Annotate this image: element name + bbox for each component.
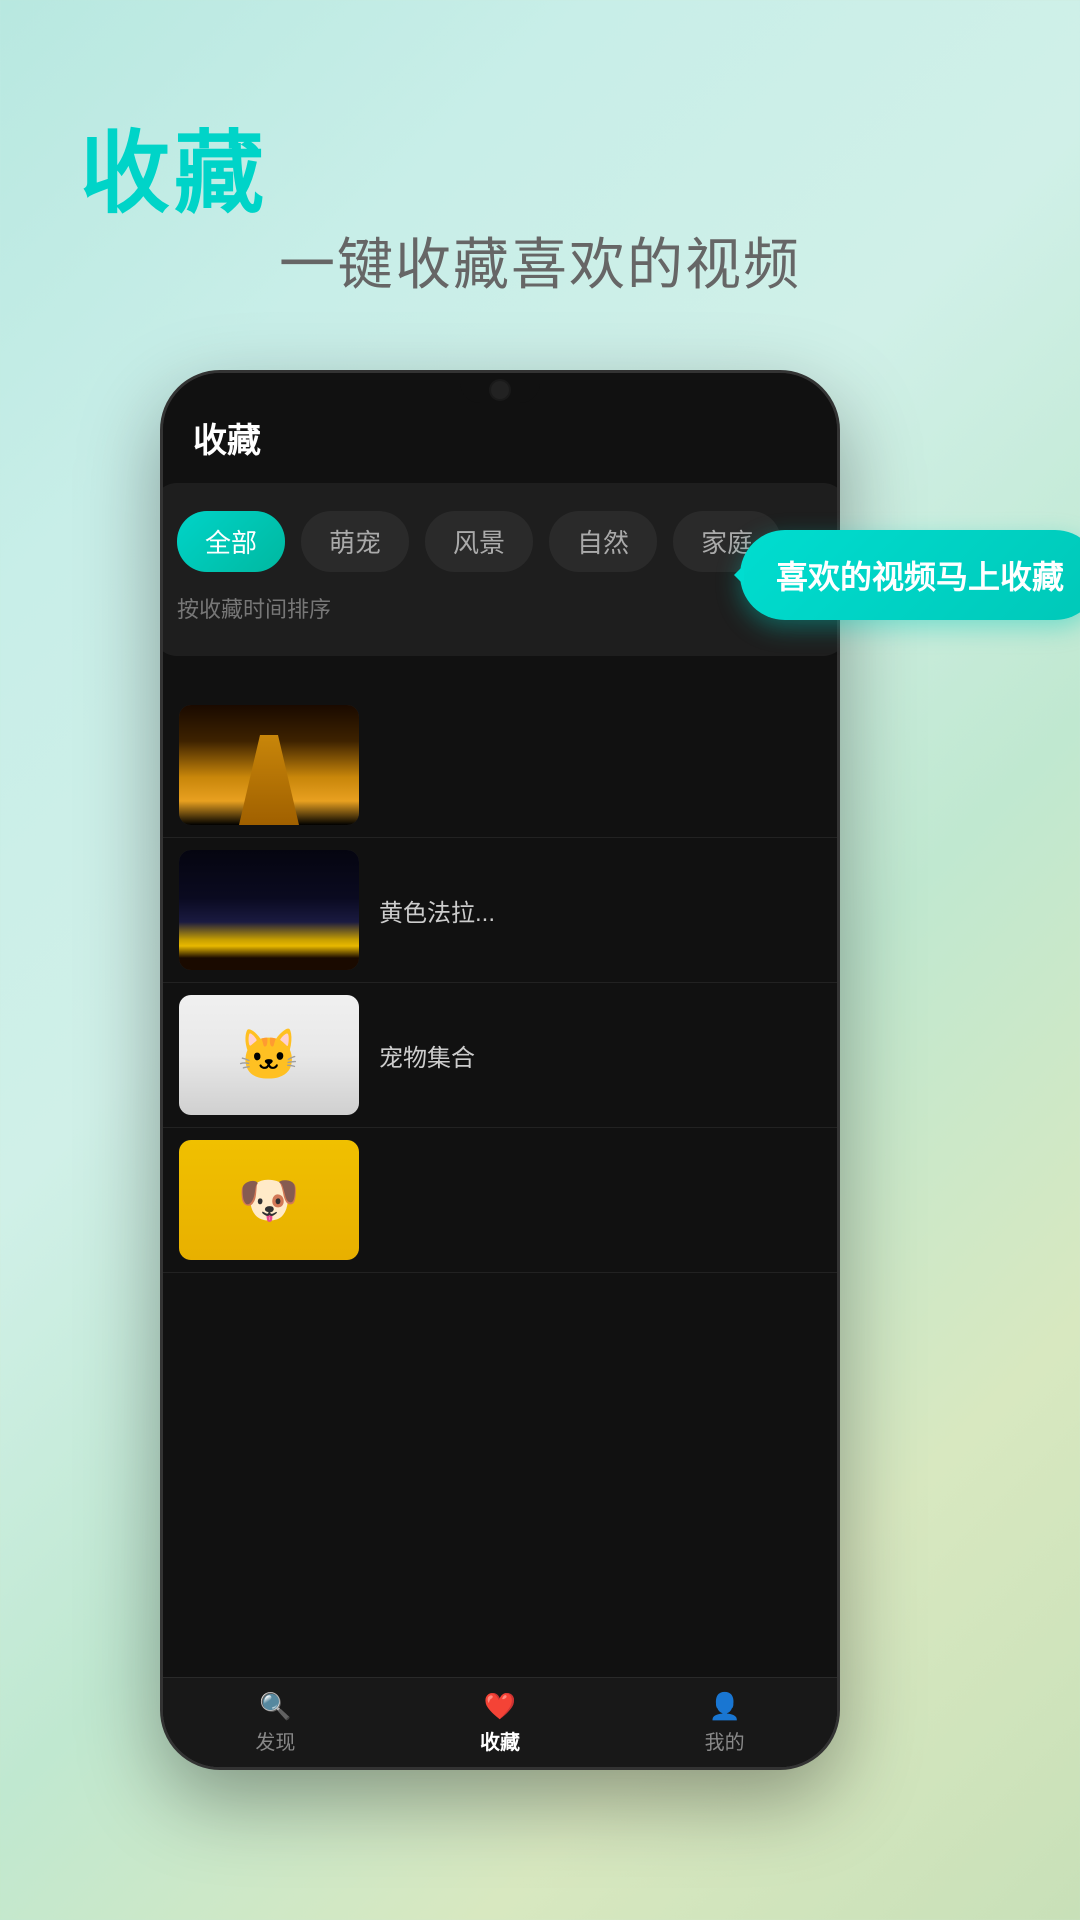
video-title-2: 黄色法拉... — [379, 893, 821, 928]
page-subtitle: 一键收藏喜欢的视频 — [80, 220, 1000, 301]
screen-header: 收藏 — [193, 413, 261, 462]
video-item-3[interactable]: 宠物集合 — [163, 983, 837, 1128]
video-item-1[interactable] — [163, 693, 837, 838]
video-thumb-3 — [179, 995, 359, 1115]
nav-label-collect: 收藏 — [480, 1726, 520, 1755]
video-thumb-4 — [179, 1140, 359, 1260]
collect-icon: ❤️ — [484, 1691, 516, 1722]
tab-nature[interactable]: 自然 — [549, 511, 657, 572]
discover-icon: 🔍 — [259, 1691, 291, 1722]
tab-scenery[interactable]: 风景 — [425, 511, 533, 572]
filter-tabs: 全部 萌宠 风景 自然 家庭 — [177, 511, 823, 572]
nav-label-discover: 发现 — [255, 1726, 295, 1755]
nav-item-collect[interactable]: ❤️ 收藏 — [480, 1691, 520, 1755]
mine-icon: 👤 — [708, 1691, 740, 1722]
tab-all[interactable]: 全部 — [177, 511, 285, 572]
bottom-nav: 🔍 发现 ❤️ 收藏 👤 我的 — [163, 1677, 837, 1767]
video-title-3: 宠物集合 — [379, 1038, 821, 1073]
nav-label-mine: 我的 — [705, 1726, 745, 1755]
tab-pets[interactable]: 萌宠 — [301, 511, 409, 572]
video-item-4[interactable] — [163, 1128, 837, 1273]
filter-sort-text: 按收藏时间排序 — [177, 592, 823, 624]
video-thumb-2 — [179, 850, 359, 970]
tooltip-bubble: 喜欢的视频马上收藏 — [740, 530, 1080, 620]
phone-notch — [460, 373, 540, 403]
nav-item-discover[interactable]: 🔍 发现 — [255, 1691, 295, 1755]
video-list: 黄色法拉... 宠物集合 — [163, 693, 837, 1687]
phone-camera — [489, 379, 511, 401]
page-title: 收藏 — [80, 100, 268, 230]
video-thumb-1 — [179, 705, 359, 825]
nav-item-mine[interactable]: 👤 我的 — [705, 1691, 745, 1755]
video-item-2[interactable]: 黄色法拉... — [163, 838, 837, 983]
